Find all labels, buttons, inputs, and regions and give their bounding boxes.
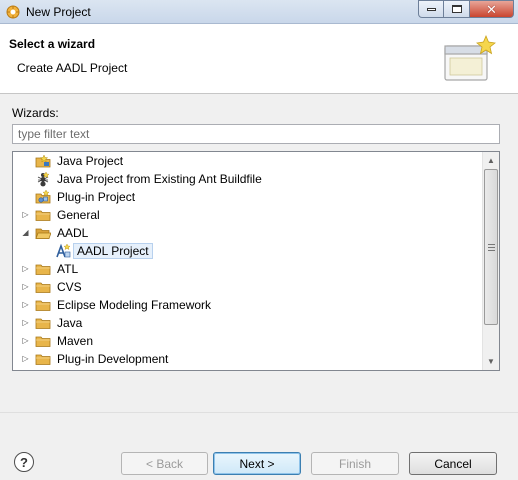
tree-item-aadl[interactable]: ◢ AADL [13, 224, 483, 242]
scroll-up-icon[interactable]: ▲ [483, 152, 499, 169]
button-bar-divider [0, 412, 518, 413]
page-title: Select a wizard [9, 37, 96, 51]
tree-item-eclipse-modeling-framework[interactable]: ▷ Eclipse Modeling Framework [13, 296, 483, 314]
tree-item-label: Maven [57, 334, 94, 348]
aadl-project-icon [56, 243, 71, 258]
expand-arrow-icon[interactable]: ▷ [21, 300, 30, 309]
tree-item-label: Java [57, 316, 83, 330]
tree-item-label: AADL [57, 226, 89, 240]
maximize-button[interactable] [444, 0, 470, 18]
folder-icon [35, 354, 51, 365]
back-button[interactable]: < Back [121, 452, 208, 475]
expand-arrow-icon[interactable]: ▷ [21, 210, 30, 219]
tree-item-aadl-project[interactable]: AADL Project [13, 242, 483, 260]
ant-buildfile-icon [37, 171, 50, 187]
window-title: New Project [26, 5, 91, 19]
tree-item-atl[interactable]: ▷ ATL [13, 260, 483, 278]
folder-icon [35, 264, 51, 275]
maximize-icon [451, 5, 462, 13]
window-controls: ✕ [418, 0, 514, 20]
tree-item-label: ATL [57, 262, 79, 276]
tree-item-label: Plug-in Development [57, 352, 169, 366]
eclipse-app-icon [6, 5, 20, 19]
cancel-button[interactable]: Cancel [409, 452, 497, 475]
tree-item-label: CVS [57, 280, 82, 294]
minimize-icon [426, 7, 436, 11]
scrollbar-thumb[interactable] [484, 169, 498, 325]
tree-item-general[interactable]: ▷ General [13, 206, 483, 224]
tree-item-label: Java Project from Existing Ant Buildfile [57, 172, 262, 186]
close-icon: ✕ [486, 1, 497, 17]
tree-item-label: Plug-in Project [57, 190, 136, 204]
tree-item-label: Eclipse Modeling Framework [57, 298, 212, 312]
expand-arrow-icon[interactable]: ▷ [21, 336, 30, 345]
wizard-banner: Select a wizard Create AADL Project [0, 24, 518, 94]
next-button[interactable]: Next > [213, 452, 301, 475]
folder-icon [35, 282, 51, 293]
wizards-label: Wizards: [12, 106, 59, 120]
new-wizard-banner-icon [444, 34, 496, 81]
tree-item-java[interactable]: ▷ Java [13, 314, 483, 332]
title-bar[interactable]: New Project ✕ [0, 0, 518, 24]
expand-arrow-icon[interactable]: ▷ [21, 264, 30, 273]
tree-item-cvs[interactable]: ▷ CVS [13, 278, 483, 296]
help-button[interactable]: ? [14, 452, 34, 472]
expand-arrow-icon[interactable]: ▷ [21, 354, 30, 363]
scroll-down-icon[interactable]: ▼ [483, 353, 499, 370]
tree-item-maven[interactable]: ▷ Maven [13, 332, 483, 350]
wizard-tree[interactable]: Java Project Java Project from Existing … [12, 151, 500, 371]
minimize-button[interactable] [418, 0, 444, 18]
tree-item-label: General [57, 208, 100, 222]
grip-icon [488, 244, 495, 251]
page-description: Create AADL Project [17, 61, 128, 75]
finish-button[interactable]: Finish [311, 452, 399, 475]
tree-item-java-project[interactable]: Java Project [13, 152, 483, 170]
folder-icon [35, 210, 51, 221]
folder-icon [35, 300, 51, 311]
close-button[interactable]: ✕ [470, 0, 514, 18]
tree-item-label: Java Project [57, 154, 124, 168]
folder-icon [35, 318, 51, 329]
tree-item-label: AADL Project [73, 243, 153, 259]
expand-arrow-icon[interactable]: ▷ [21, 318, 30, 327]
java-project-icon [35, 154, 51, 168]
folder-open-icon [35, 228, 51, 239]
filter-input[interactable] [12, 124, 500, 144]
collapse-arrow-icon[interactable]: ◢ [21, 228, 30, 237]
tree-vertical-scrollbar[interactable]: ▲ ▼ [482, 152, 499, 370]
expand-arrow-icon[interactable]: ▷ [21, 282, 30, 291]
plugin-project-icon [35, 189, 51, 204]
folder-icon [35, 336, 51, 347]
tree-item-plugin-development[interactable]: ▷ Plug-in Development [13, 350, 483, 368]
tree-item-plugin-project[interactable]: Plug-in Project [13, 188, 483, 206]
help-icon: ? [20, 454, 28, 470]
tree-item-ant-buildfile[interactable]: Java Project from Existing Ant Buildfile [13, 170, 483, 188]
